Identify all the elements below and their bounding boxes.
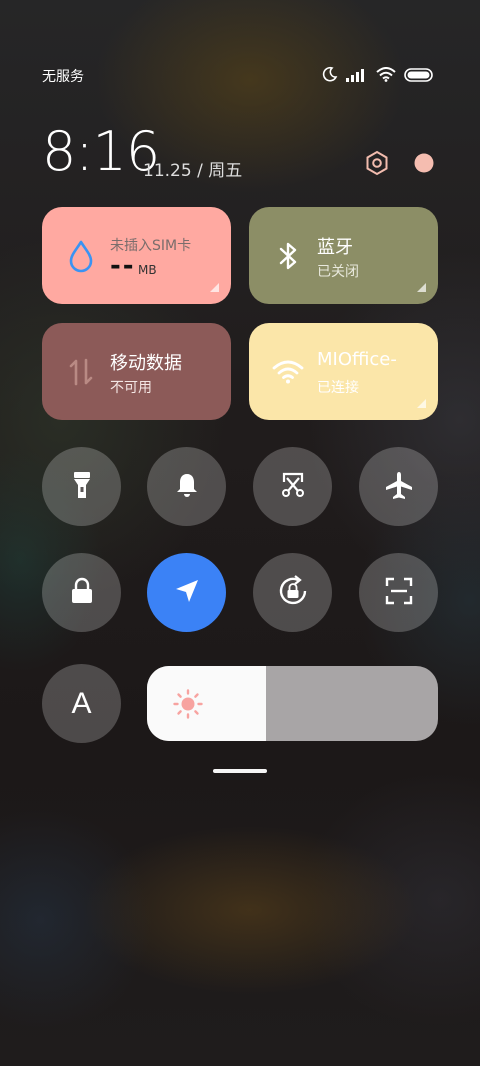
data-usage-value: --: [110, 251, 136, 281]
location-toggle[interactable]: [147, 553, 226, 632]
bluetooth-title: 蓝牙: [317, 237, 353, 258]
water-drop-icon: [64, 239, 98, 273]
letter-a-icon: A: [71, 686, 92, 720]
mobile-data-title: 移动数据: [110, 353, 182, 374]
clock: 8:16: [42, 120, 160, 183]
bell-icon: [174, 471, 200, 503]
bluetooth-status: 已关闭: [317, 264, 359, 280]
expand-corner-icon: [417, 283, 426, 292]
moon-icon: [322, 66, 338, 86]
rotation-lock-toggle[interactable]: [253, 553, 332, 632]
settings-icon[interactable]: [364, 150, 390, 180]
scanner-toggle[interactable]: [359, 553, 438, 632]
expand-corner-icon: [417, 399, 426, 408]
home-indicator[interactable]: [213, 769, 267, 773]
brightness-fill: [147, 666, 267, 741]
mobile-data-status: 不可用: [110, 380, 152, 396]
data-usage-unit: MB: [138, 263, 157, 277]
expand-corner-icon: [210, 283, 219, 292]
carrier-status: 无服务: [42, 69, 84, 85]
data-transfer-icon: [64, 355, 98, 389]
scan-icon: [384, 576, 414, 610]
sun-icon: [173, 689, 203, 723]
header-actions: [364, 150, 434, 180]
bluetooth-icon: [271, 239, 305, 273]
mobile-data-tile[interactable]: 移动数据 不可用: [42, 323, 231, 420]
wifi-tile-icon: [271, 355, 305, 389]
airplane-toggle[interactable]: [359, 447, 438, 526]
profile-dot-icon[interactable]: [414, 153, 434, 177]
rotation-lock-icon: [276, 574, 310, 612]
flashlight-toggle[interactable]: [42, 447, 121, 526]
airplane-icon: [383, 469, 415, 505]
status-icons: [322, 66, 434, 86]
wifi-icon: [376, 66, 396, 86]
screenshot-toggle[interactable]: [253, 447, 332, 526]
location-arrow-icon: [173, 577, 201, 609]
mute-toggle[interactable]: [147, 447, 226, 526]
scissors-icon: [278, 470, 308, 504]
date: 11.25 / 周五: [143, 161, 243, 181]
lock-icon: [69, 577, 95, 609]
flashlight-icon: [71, 470, 93, 504]
wifi-network-name: MIOffice-: [317, 349, 397, 370]
bluetooth-tile[interactable]: 蓝牙 已关闭: [249, 207, 438, 304]
battery-icon: [404, 67, 434, 86]
lock-screen-toggle[interactable]: [42, 553, 121, 632]
auto-brightness-toggle[interactable]: A: [42, 664, 121, 743]
signal-icon: [346, 67, 368, 86]
brightness-slider[interactable]: [147, 666, 438, 741]
data-usage-tile[interactable]: 未插入SIM卡 -- MB: [42, 207, 231, 304]
wifi-status: 已连接: [317, 380, 359, 396]
wifi-tile[interactable]: MIOffice- 已连接: [249, 323, 438, 420]
